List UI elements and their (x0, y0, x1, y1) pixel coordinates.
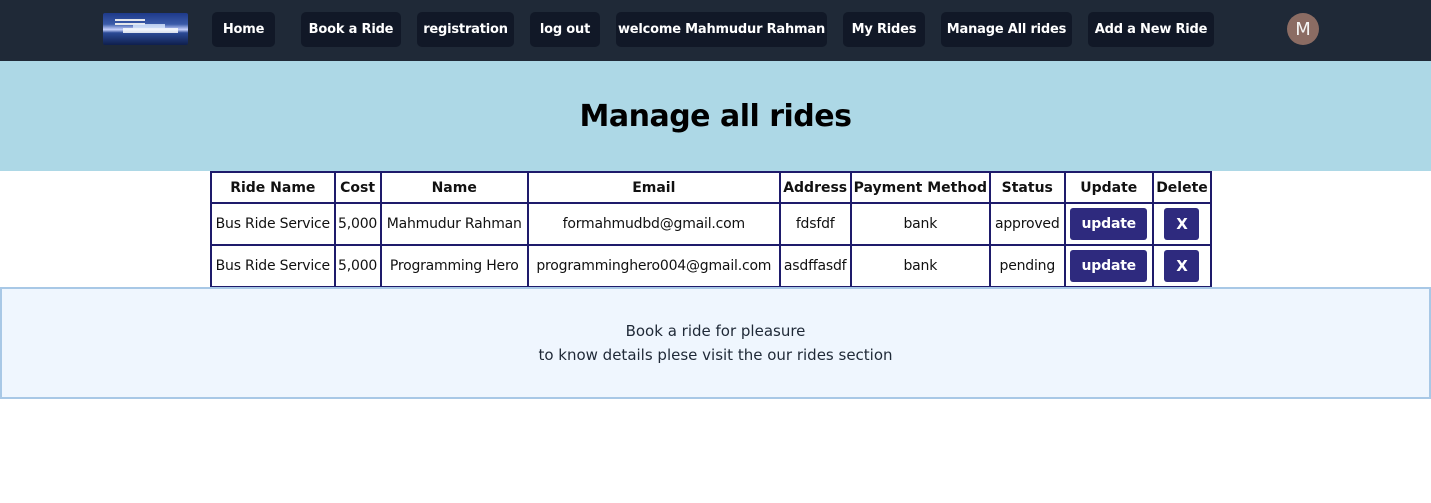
nav-welcome-user[interactable]: welcome Mahmudur Rahman (616, 12, 827, 47)
nav-manage-all-rides-button[interactable]: Manage All rides (941, 12, 1072, 47)
column-header: Email (526, 171, 781, 204)
update-cell: update (1063, 244, 1154, 288)
user-avatar[interactable]: M (1287, 13, 1319, 45)
column-header: Name (379, 171, 529, 204)
column-header: Address (778, 171, 852, 204)
email-cell: formahmudbd@gmail.com (526, 202, 781, 246)
nav-registration-button[interactable]: registration (417, 12, 514, 47)
ride-name-cell: Bus Ride Service (210, 202, 336, 246)
payment-method-cell: bank (849, 202, 991, 246)
delete-button[interactable]: X (1164, 250, 1200, 282)
address-cell: asdffasdf (778, 244, 852, 288)
payment-method-cell: bank (849, 244, 991, 288)
ride-name-cell: Bus Ride Service (210, 244, 336, 288)
column-header: Cost (333, 171, 382, 204)
cost-cell: 5,000 (333, 244, 382, 288)
column-header: Update (1063, 171, 1154, 204)
name-cell: Mahmudur Rahman (379, 202, 529, 246)
status-cell: pending (988, 244, 1066, 288)
nav-my-rides-button[interactable]: My Rides (843, 12, 925, 47)
nav-add-ride-button[interactable]: Add a New Ride (1088, 12, 1214, 47)
status-cell: approved (988, 202, 1066, 246)
cost-cell: 5,000 (333, 202, 382, 246)
column-header: Payment Method (849, 171, 991, 204)
column-header: Delete (1151, 171, 1213, 204)
column-header: Status (988, 171, 1066, 204)
page-header-banner: Manage all rides (0, 61, 1431, 171)
table-row: Bus Ride Service 5,000 Programming Hero … (210, 244, 1213, 288)
column-header: Ride Name (210, 171, 336, 204)
nav-book-ride-button[interactable]: Book a Ride (301, 12, 401, 47)
footer-line: Book a ride for pleasure (625, 322, 806, 340)
delete-button[interactable]: X (1164, 208, 1200, 240)
site-logo[interactable] (103, 13, 188, 45)
email-cell: programminghero004@gmail.com (526, 244, 781, 288)
table-header-row: Ride Name Cost Name Email Address Paymen… (210, 171, 1213, 204)
table-row: Bus Ride Service 5,000 Mahmudur Rahman f… (210, 202, 1213, 246)
update-button[interactable]: update (1070, 208, 1148, 240)
address-cell: fdsfdf (778, 202, 852, 246)
logo-ship (123, 28, 178, 33)
footer: Book a ride for pleasure to know details… (0, 287, 1431, 399)
logo-stripe (115, 19, 145, 21)
name-cell: Programming Hero (379, 244, 529, 288)
nav-home-button[interactable]: Home (212, 12, 275, 47)
page-title: Manage all rides (579, 98, 852, 134)
rides-table: Ride Name Cost Name Email Address Paymen… (210, 171, 1213, 288)
delete-cell: X (1151, 202, 1213, 246)
footer-line: to know details plese visit the our ride… (538, 346, 893, 364)
update-button[interactable]: update (1070, 250, 1148, 282)
delete-cell: X (1151, 244, 1213, 288)
update-cell: update (1063, 202, 1154, 246)
nav-logout-button[interactable]: log out (530, 12, 600, 47)
navbar: Home Book a Ride registration log out we… (0, 0, 1431, 61)
